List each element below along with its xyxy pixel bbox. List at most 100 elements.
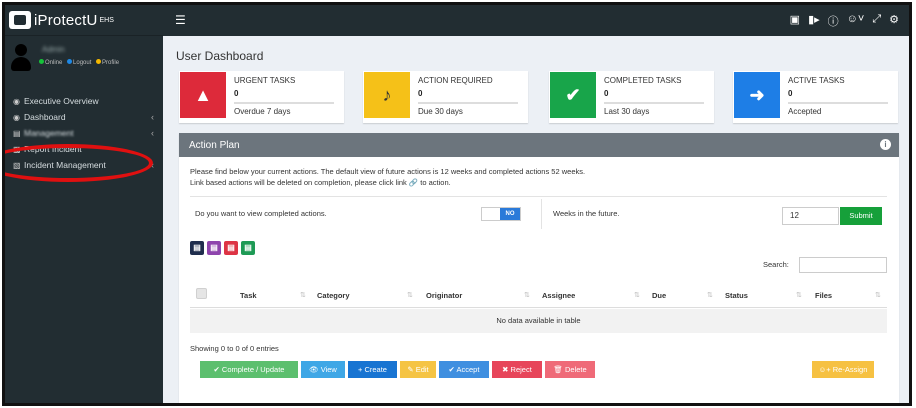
edit-button[interactable]: ✎ Edit (400, 361, 436, 378)
info-box-title: ACTIVE TASKS (788, 76, 845, 85)
warning-icon: ▲ (180, 72, 226, 118)
sidebar-item-label: Management (24, 128, 74, 138)
column-header-task[interactable]: Task (240, 291, 257, 300)
info-box-value: 0 (418, 89, 423, 98)
sort-icon[interactable]: ⇅ (634, 291, 640, 299)
reassign-button[interactable]: ☺+ Re-Assign (812, 361, 874, 378)
urgent-tasks-box[interactable]: ▲ URGENT TASKS 0 Overdue 7 days (179, 71, 344, 123)
complete-update-button[interactable]: ✔ Complete / Update (200, 361, 298, 378)
table-header: Task ⇅ Category ⇅ Originator ⇅ Assignee … (190, 282, 887, 308)
select-all-checkbox[interactable] (196, 288, 207, 299)
user-panel: Admin Online Logout Profile (5, 36, 163, 91)
menu-toggle-icon[interactable]: ☰ (175, 13, 186, 27)
video-icon[interactable]: ▮▸ (808, 13, 820, 29)
logout-link[interactable]: Logout (73, 60, 91, 66)
sort-icon[interactable]: ⇅ (796, 291, 802, 299)
sidebar-item-dashboard[interactable]: ◉ Dashboard ‹ (5, 109, 163, 125)
submit-button[interactable]: Submit (840, 207, 882, 225)
logo-text: iProtectU (34, 11, 98, 29)
user-plus-icon: ☺+ (818, 365, 831, 374)
sitemap-icon: ▤ (13, 128, 21, 138)
top-navbar: ☰ ▣ ▮▸ ⓘ ☺˅ ⤢ ⚙ (163, 5, 909, 36)
dashboard-icon: ◉ (13, 112, 20, 122)
online-dot-icon (39, 59, 44, 64)
info-box-desc: Accepted (788, 107, 822, 116)
chevron-left-icon: ‹ (151, 112, 154, 122)
completed-toggle[interactable]: NO (481, 207, 521, 221)
column-header-files[interactable]: Files (815, 291, 832, 300)
sort-icon[interactable]: ⇅ (407, 291, 413, 299)
user-status: Online Logout Profile (39, 59, 119, 66)
info-box-desc: Due 30 days (418, 107, 463, 116)
action-buttons: ✔ Complete / Update 👁 View + Create ✎ Ed… (200, 361, 595, 378)
sidebar-item-label: Executive Overview (24, 96, 99, 106)
weeks-label: Weeks in the future. (553, 209, 620, 218)
sort-icon[interactable]: ⇅ (524, 291, 530, 299)
active-tasks-box[interactable]: ➜ ACTIVE TASKS 0 Accepted (733, 71, 898, 123)
view-button[interactable]: 👁 View (301, 361, 345, 378)
bell-icon: ♪ (364, 72, 410, 118)
chevron-left-icon: ‹ (151, 128, 154, 138)
sidebar: iProtectU EHS Admin Online Logout Profil… (5, 5, 163, 403)
search-input[interactable] (799, 257, 887, 273)
logo-sup: EHS (99, 16, 114, 24)
main-content: User Dashboard ▲ URGENT TASKS 0 Overdue … (163, 36, 909, 403)
completed-tasks-box[interactable]: ✔ COMPLETED TASKS 0 Last 30 days (549, 71, 714, 123)
export-copy-button[interactable]: ▤ (190, 241, 204, 255)
column-header-assignee[interactable]: Assignee (542, 291, 575, 300)
sort-icon[interactable]: ⇅ (875, 291, 881, 299)
empty-table-message: No data available in table (190, 309, 887, 333)
expand-icon[interactable]: ⤢ (872, 13, 881, 29)
weeks-input[interactable]: 12 (782, 207, 839, 225)
info-box-desc: Last 30 days (604, 107, 650, 116)
info-icon[interactable]: ⓘ (828, 13, 839, 29)
logo-icon (9, 11, 31, 29)
info-box-value: 0 (234, 89, 239, 98)
action-required-box[interactable]: ♪ ACTION REQUIRED 0 Due 30 days (363, 71, 528, 123)
logo[interactable]: iProtectU EHS (5, 5, 163, 36)
info-box-title: COMPLETED TASKS (604, 76, 682, 85)
page-title: User Dashboard (176, 49, 264, 63)
create-button[interactable]: + Create (348, 361, 397, 378)
action-plan-panel: Action Plan i Please find below your cur… (179, 133, 899, 403)
info-box-title: ACTION REQUIRED (418, 76, 493, 85)
check-icon: ✔ (550, 72, 596, 118)
column-header-originator[interactable]: Originator (426, 291, 462, 300)
info-box-value: 0 (604, 89, 609, 98)
info-box-title: URGENT TASKS (234, 76, 296, 85)
completed-question-label: Do you want to view completed actions. (195, 209, 327, 218)
sidebar-item-label: Dashboard (24, 112, 66, 122)
column-header-due[interactable]: Due (652, 291, 666, 300)
accept-button[interactable]: ✔ Accept (439, 361, 489, 378)
sidebar-item-management[interactable]: ▤ Management ‹ (5, 125, 163, 141)
profile-link[interactable]: Profile (102, 60, 119, 66)
column-header-status[interactable]: Status (725, 291, 748, 300)
info-box-value: 0 (788, 89, 793, 98)
action-plan-title: Action Plan (189, 139, 240, 151)
column-header-category[interactable]: Category (317, 291, 350, 300)
app-window: iProtectU EHS Admin Online Logout Profil… (2, 2, 912, 406)
cogs-icon[interactable]: ⚙ (889, 13, 899, 29)
export-csv-button[interactable]: ▤ (207, 241, 221, 255)
reassign-label: Re-Assign (832, 365, 868, 374)
entries-info: Showing 0 to 0 of 0 entries (190, 344, 279, 353)
online-status: Online (45, 60, 63, 66)
info-box-desc: Overdue 7 days (234, 107, 291, 116)
export-buttons: ▤ ▤ ▤ ▤ (190, 241, 255, 255)
action-plan-description: Please find below your current actions. … (190, 166, 790, 188)
search-label: Search: (763, 260, 789, 269)
sort-icon[interactable]: ⇅ (707, 291, 713, 299)
delete-button[interactable]: 🗑 Delete (545, 361, 595, 378)
description-line: Please find below your current actions. … (190, 167, 586, 176)
sort-icon[interactable]: ⇅ (300, 291, 306, 299)
info-icon[interactable]: i (880, 139, 891, 150)
briefcase-icon[interactable]: ▣ (790, 13, 800, 29)
reject-button[interactable]: ✖ Reject (492, 361, 542, 378)
sidebar-item-executive-overview[interactable]: ◉ Executive Overview (5, 93, 163, 109)
user-icon[interactable]: ☺˅ (847, 13, 865, 29)
highlight-oval (5, 144, 153, 182)
profile-dot-icon (96, 59, 102, 64)
logout-dot-icon (67, 59, 73, 64)
export-pdf-button[interactable]: ▤ (224, 241, 238, 255)
export-excel-button[interactable]: ▤ (241, 241, 255, 255)
